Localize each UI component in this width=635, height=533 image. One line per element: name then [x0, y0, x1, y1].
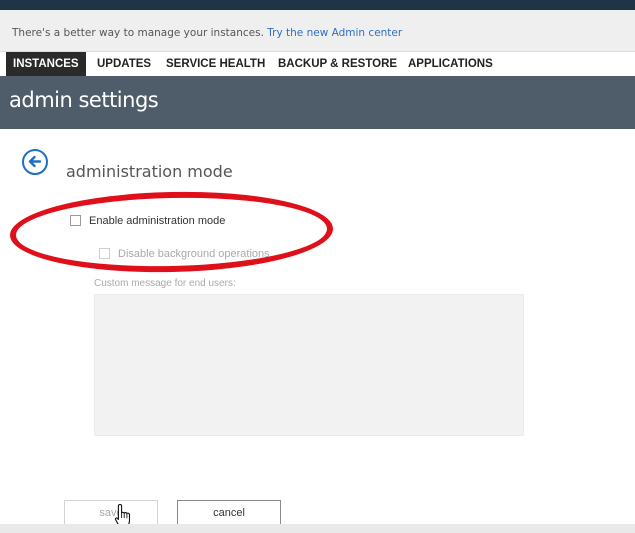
- tab-applications[interactable]: APPLICATIONS: [408, 52, 493, 76]
- back-button[interactable]: [22, 149, 48, 175]
- disable-background-operations-checkbox[interactable]: [99, 248, 110, 259]
- top-accent-bar: [0, 0, 635, 10]
- bottom-edge: [0, 524, 635, 533]
- admin-center-link[interactable]: Try the new Admin center: [267, 27, 402, 39]
- cancel-button[interactable]: cancel: [177, 500, 281, 526]
- disable-background-operations-label: Disable background operations: [118, 248, 270, 260]
- tab-updates[interactable]: UPDATES: [97, 52, 151, 76]
- notice-text: There's a better way to manage your inst…: [12, 27, 264, 39]
- save-button[interactable]: save: [64, 500, 158, 526]
- back-arrow-icon: [28, 155, 42, 168]
- notice-text-line: There's a better way to manage your inst…: [12, 27, 402, 39]
- tab-instances[interactable]: INSTANCES: [6, 52, 86, 76]
- page-header: admin settings: [0, 76, 635, 129]
- section-title: administration mode: [66, 162, 233, 181]
- page-title: admin settings: [9, 88, 159, 112]
- custom-message-textarea[interactable]: [94, 294, 524, 436]
- enable-admin-mode-label: Enable administration mode: [89, 215, 226, 227]
- enable-admin-mode-checkbox[interactable]: [70, 215, 81, 226]
- notice-banner: There's a better way to manage your inst…: [0, 10, 635, 52]
- tab-bar: INSTANCES UPDATES SERVICE HEALTH BACKUP …: [0, 52, 635, 76]
- red-highlight-ellipse: [9, 188, 334, 276]
- tab-backup-restore[interactable]: BACKUP & RESTORE: [278, 52, 397, 76]
- custom-message-label: Custom message for end users:: [94, 278, 236, 289]
- tab-service-health[interactable]: SERVICE HEALTH: [166, 52, 265, 76]
